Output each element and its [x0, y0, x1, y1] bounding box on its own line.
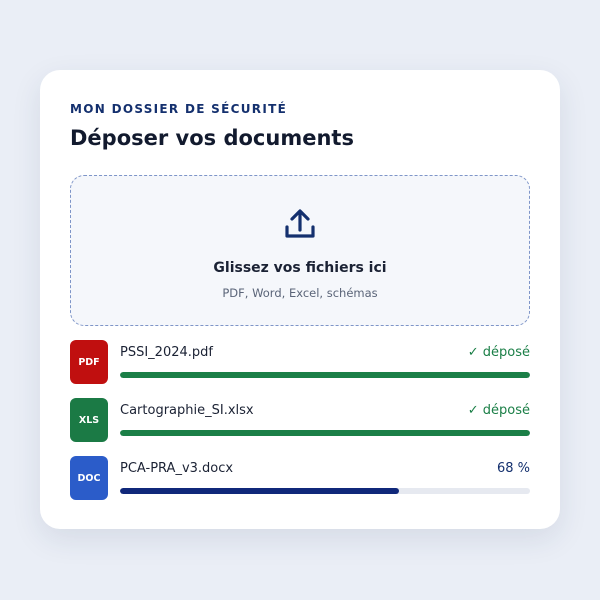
progress-fill — [120, 488, 399, 494]
page-title: Déposer vos documents — [70, 126, 354, 150]
file-status: 68 % — [496, 461, 530, 476]
file-status: ✓ déposé — [467, 403, 530, 418]
file-row-cartographie[interactable]: XLS Cartographie_SI.xlsx ✓ déposé — [70, 398, 530, 444]
progress-track — [120, 430, 530, 436]
upload-icon — [285, 209, 315, 238]
xls-file-icon: XLS — [70, 398, 108, 442]
dropzone-title: Glissez vos fichiers ici — [213, 260, 387, 276]
file-row-pca-pra[interactable]: DOC PCA-PRA_v3.docx 68 % — [70, 456, 530, 502]
file-row-pssi[interactable]: PDF PSSI_2024.pdf ✓ déposé — [70, 340, 530, 386]
progress-track — [120, 488, 530, 494]
file-name: PCA-PRA_v3.docx — [120, 461, 234, 476]
file-name: Cartographie_SI.xlsx — [120, 403, 254, 418]
progress-fill — [120, 430, 530, 436]
pdf-file-icon: PDF — [70, 340, 108, 384]
file-dropzone[interactable]: Glissez vos fichiers ici PDF, Word, Exce… — [70, 175, 530, 326]
progress-fill — [120, 372, 530, 378]
doc-file-icon: DOC — [70, 456, 108, 500]
progress-track — [120, 372, 530, 378]
file-name: PSSI_2024.pdf — [120, 345, 213, 360]
upload-card: MON DOSSIER DE SÉCURITÉ Déposer vos docu… — [40, 70, 560, 529]
section-eyebrow: MON DOSSIER DE SÉCURITÉ — [70, 102, 288, 116]
dropzone-formats: PDF, Word, Excel, schémas — [222, 286, 378, 300]
file-status: ✓ déposé — [467, 345, 530, 360]
